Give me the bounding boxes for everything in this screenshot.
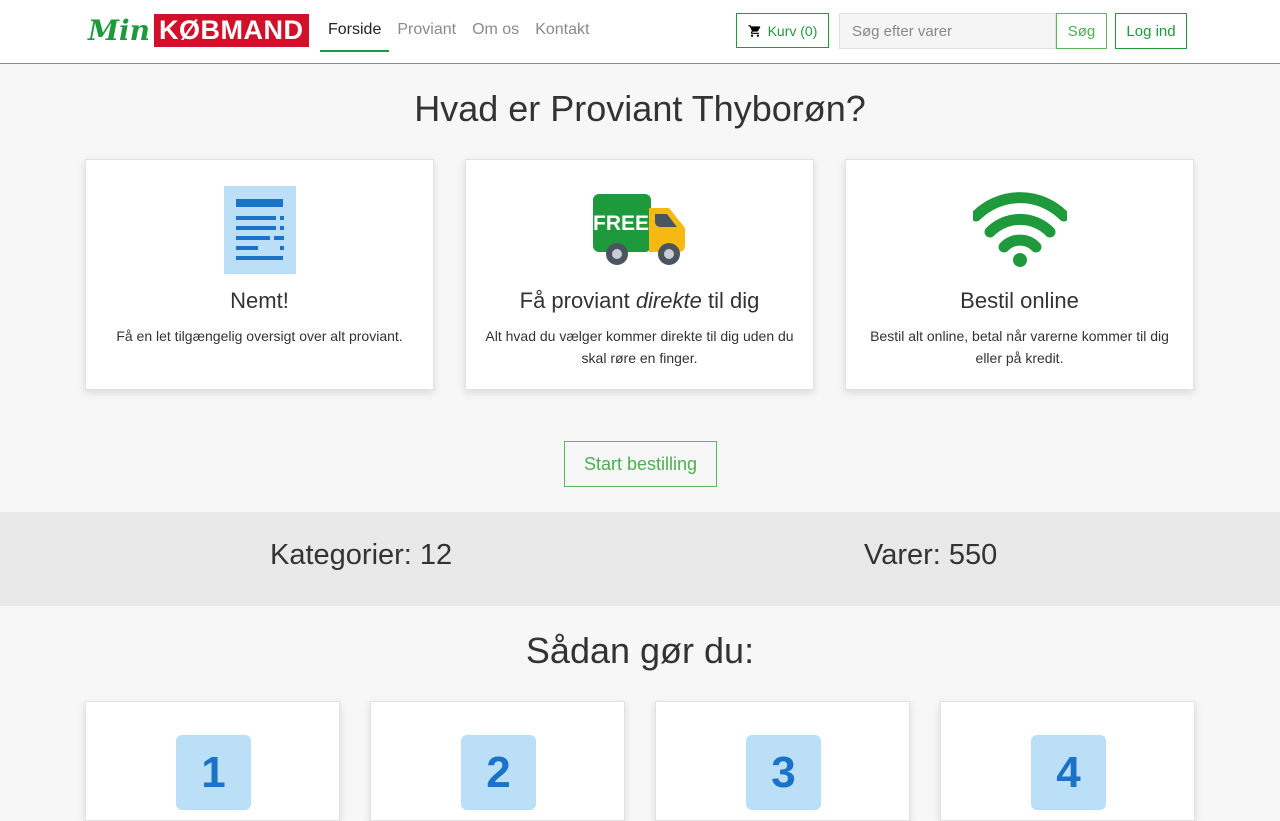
feature-title: Få proviant direkte til dig <box>519 288 760 313</box>
stat-categories: Kategorier: 12 <box>270 539 453 571</box>
feature-text: Bestil alt online, betal når varerne kom… <box>870 328 1169 366</box>
wifi-icon <box>972 192 1067 267</box>
cart-label: Kurv (0) <box>767 22 818 39</box>
step-number-badge: 2 <box>461 735 536 810</box>
logo-prefix: Min <box>88 14 150 47</box>
stat-items: Varer: 550 <box>864 539 998 571</box>
free-badge-text: FREE <box>593 212 649 235</box>
nav-item-forside[interactable]: Forside <box>320 13 390 52</box>
step-number-badge: 4 <box>1031 735 1106 810</box>
categories-count: 12 <box>419 539 453 571</box>
free-delivery-truck-icon: FREE <box>592 194 685 265</box>
howto-title: Sådan gør du: <box>525 630 755 671</box>
navbar: Min KØBMAND Forside Proviant Om os Konta… <box>0 0 1280 64</box>
nav-item-proviant[interactable]: Proviant <box>389 13 464 52</box>
document-icon <box>223 186 296 274</box>
step-card: 3 <box>655 701 910 821</box>
step-card: 2 <box>370 701 625 821</box>
logo[interactable]: Min KØBMAND <box>88 14 309 47</box>
logo-brand: KØBMAND <box>154 14 309 47</box>
search-button[interactable]: Søg <box>1056 13 1107 49</box>
feature-text: Alt hvad du vælger kommer direkte til di… <box>485 328 794 366</box>
feature-text: Få en let tilgængelig oversigt over alt … <box>116 328 403 344</box>
feature-card-easy: Nemt! Få en let tilgængelig oversigt ove… <box>85 159 434 390</box>
feature-card-delivery: FREE Få proviant direkte til dig Alt hva… <box>465 159 814 390</box>
step-card: 1 <box>85 701 340 821</box>
search-input[interactable] <box>839 13 1056 49</box>
shopping-cart-icon <box>748 24 760 37</box>
start-order-button[interactable]: Start bestilling <box>564 441 717 487</box>
main-nav: Forside Proviant Om os Kontakt <box>320 13 597 52</box>
stats-band: Kategorier: 12 Varer: 550 <box>0 512 1280 606</box>
nav-item-om-os[interactable]: Om os <box>464 13 527 52</box>
step-number-badge: 3 <box>746 735 821 810</box>
login-button[interactable]: Log ind <box>1115 13 1187 49</box>
feature-title: Bestil online <box>960 288 1079 313</box>
step-number-badge: 1 <box>176 735 251 810</box>
feature-title: Nemt! <box>230 288 289 313</box>
intro-title: Hvad er Proviant Thyborøn? <box>414 88 866 129</box>
items-count: 550 <box>948 539 998 571</box>
step-card: 4 <box>940 701 1195 821</box>
cart-button[interactable]: Kurv (0) <box>736 13 829 48</box>
nav-item-kontakt[interactable]: Kontakt <box>527 13 597 52</box>
feature-card-online: Bestil online Bestil alt online, betal n… <box>845 159 1194 390</box>
